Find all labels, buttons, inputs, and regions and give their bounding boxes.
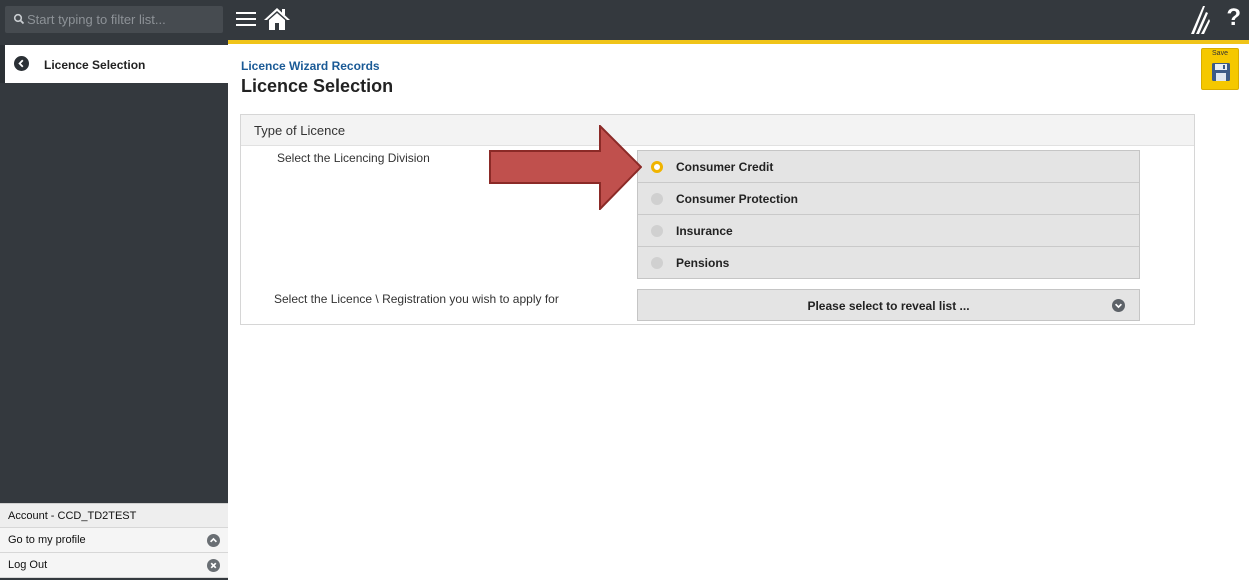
radio-option-label: Consumer Credit bbox=[676, 160, 774, 174]
account-label: Account - CCD_TD2TEST bbox=[0, 503, 228, 528]
chevron-up-icon bbox=[207, 534, 220, 547]
division-radio-group: Consumer Credit Consumer Protection Insu… bbox=[637, 150, 1140, 279]
logout-link-label: Log Out bbox=[8, 559, 48, 571]
chevron-down-icon bbox=[1112, 299, 1125, 312]
back-icon[interactable] bbox=[14, 56, 29, 71]
licence-type-panel: Type of Licence Select the Licencing Div… bbox=[240, 114, 1195, 325]
licence-select[interactable]: Please select to reveal list ... bbox=[637, 289, 1140, 321]
licence-label: Select the Licence \ Registration you wi… bbox=[274, 292, 559, 306]
licence-select-value: Please select to reveal list ... bbox=[807, 299, 970, 313]
division-label: Select the Licencing Division bbox=[277, 151, 430, 165]
breadcrumb[interactable]: Licence Wizard Records bbox=[241, 59, 380, 73]
radio-option-pensions[interactable]: Pensions bbox=[638, 247, 1139, 279]
radio-unselected-icon[interactable] bbox=[651, 225, 663, 237]
callout-arrow-icon bbox=[489, 125, 642, 210]
search-box[interactable] bbox=[5, 6, 223, 33]
page-title: Licence Selection bbox=[241, 76, 394, 96]
government-logo-icon bbox=[1191, 6, 1210, 34]
home-icon[interactable] bbox=[263, 6, 291, 32]
search-icon bbox=[13, 13, 25, 25]
close-icon bbox=[207, 559, 220, 572]
help-button[interactable]: ? bbox=[1226, 4, 1241, 32]
menu-icon[interactable] bbox=[236, 9, 256, 29]
search-input[interactable] bbox=[27, 6, 217, 33]
save-button[interactable]: Save bbox=[1201, 48, 1239, 90]
logout-link[interactable]: Log Out bbox=[0, 553, 228, 578]
radio-option-consumer-protection[interactable]: Consumer Protection bbox=[638, 183, 1139, 215]
save-icon bbox=[1212, 63, 1230, 81]
panel-title: Type of Licence bbox=[241, 115, 1194, 146]
radio-option-label: Pensions bbox=[676, 256, 730, 270]
sidebar: Licence Selection Account - CCD_TD2TEST … bbox=[0, 0, 228, 580]
accent-bar bbox=[228, 40, 1249, 44]
radio-option-label: Consumer Protection bbox=[676, 192, 799, 206]
radio-option-consumer-credit[interactable]: Consumer Credit bbox=[638, 151, 1139, 183]
sidebar-footer: Account - CCD_TD2TEST Go to my profile L… bbox=[0, 503, 228, 578]
top-bar: ? bbox=[228, 0, 1249, 44]
profile-link-label: Go to my profile bbox=[8, 534, 86, 546]
radio-unselected-icon[interactable] bbox=[651, 257, 663, 269]
sidebar-item-label: Licence Selection bbox=[44, 58, 146, 72]
profile-link[interactable]: Go to my profile bbox=[0, 528, 228, 553]
radio-selected-icon[interactable] bbox=[651, 161, 663, 173]
radio-option-insurance[interactable]: Insurance bbox=[638, 215, 1139, 247]
sidebar-item-licence-selection[interactable]: Licence Selection bbox=[0, 45, 228, 83]
save-button-label: Save bbox=[1212, 50, 1228, 57]
radio-unselected-icon[interactable] bbox=[651, 193, 663, 205]
radio-option-label: Insurance bbox=[676, 224, 733, 238]
